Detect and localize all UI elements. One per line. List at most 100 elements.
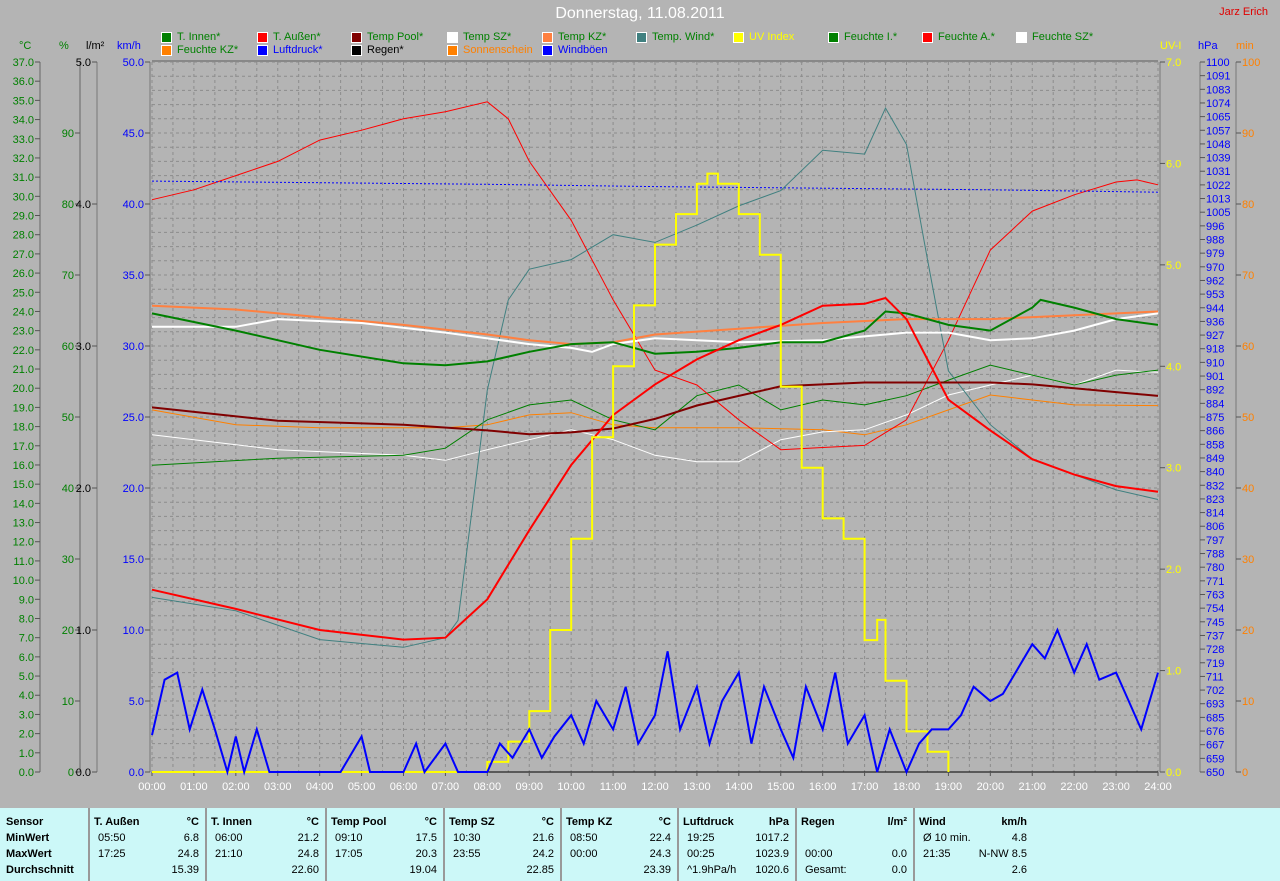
axis-tick-label: 40 bbox=[1242, 483, 1254, 495]
table-row: 15.39 bbox=[94, 863, 199, 878]
cell-value: 22.60 bbox=[291, 864, 319, 876]
x-tick-label: 14:00 bbox=[725, 781, 753, 793]
x-tick-label: 17:00 bbox=[851, 781, 879, 793]
table-row: 19.04 bbox=[331, 863, 437, 878]
cell-time: 00:00 bbox=[805, 848, 833, 860]
table-column: Temp SZ °C 10:30 21.6 23:55 24.2 22.85 bbox=[443, 808, 562, 881]
axis-tick-label: 892 bbox=[1206, 385, 1224, 397]
column-unit: °C bbox=[306, 816, 319, 828]
axis-tick-label: 0 bbox=[1242, 767, 1248, 779]
table-row: Gesamt: 0.0 bbox=[801, 863, 907, 878]
axis-tick-label: 60 bbox=[62, 341, 74, 353]
axis-tick-label: 806 bbox=[1206, 521, 1224, 533]
axis-tick-label: 35.0 bbox=[13, 95, 34, 107]
axis-tick-label: 23.0 bbox=[13, 326, 34, 338]
cell-value: 21.6 bbox=[532, 832, 554, 844]
x-tick-label: 06:00 bbox=[390, 781, 418, 793]
axis-tick-label: 1074 bbox=[1206, 98, 1230, 110]
axis-tick-label: 693 bbox=[1206, 699, 1224, 711]
axis-tick-label: 100 bbox=[1242, 57, 1260, 69]
axis-tick-label: 14.0 bbox=[13, 498, 34, 510]
axis-tick-label: 875 bbox=[1206, 412, 1224, 424]
axis-tick-label: 2.0 bbox=[19, 729, 34, 741]
table-header: T. Außen °C bbox=[94, 815, 199, 830]
axis-tick-label: 3.0 bbox=[76, 341, 91, 353]
axis-tick-label: 4.0 bbox=[19, 690, 34, 702]
axis-tick-label: 50 bbox=[1242, 412, 1254, 424]
cell-time: 23:55 bbox=[453, 848, 481, 860]
x-tick-label: 00:00 bbox=[138, 781, 166, 793]
column-unit: °C bbox=[658, 816, 671, 828]
x-tick-label: 23:00 bbox=[1102, 781, 1130, 793]
table-row: 00:00 24.3 bbox=[566, 847, 671, 862]
axis-tick-label: 24.0 bbox=[13, 306, 34, 318]
axis-tick-label: 20 bbox=[62, 625, 74, 637]
axis-tick-label: 1039 bbox=[1206, 153, 1230, 165]
column-unit: hPa bbox=[768, 816, 789, 828]
cell-value: 20.3 bbox=[415, 848, 437, 860]
table-row: 2.6 bbox=[919, 863, 1027, 878]
axis-tick-label: 988 bbox=[1206, 235, 1224, 247]
axis-tick-label: 1022 bbox=[1206, 180, 1230, 192]
axis-tick-label: 866 bbox=[1206, 426, 1224, 438]
table-header: Luftdruck hPa bbox=[683, 815, 789, 830]
axis-tick-label: 6.0 bbox=[19, 652, 34, 664]
x-tick-label: 09:00 bbox=[515, 781, 543, 793]
axis-tick-label: 711 bbox=[1206, 671, 1224, 683]
x-tick-label: 19:00 bbox=[935, 781, 963, 793]
table-header: Regen l/m² bbox=[801, 815, 907, 830]
axis-tick-label: 10 bbox=[1242, 696, 1254, 708]
column-title: Sensor bbox=[6, 816, 44, 828]
axis-tick-label: 70 bbox=[62, 270, 74, 282]
cell-time: 05:50 bbox=[98, 832, 126, 844]
axis-tick-label: 21.0 bbox=[13, 364, 34, 376]
axis-tick-label: 11.0 bbox=[13, 556, 34, 568]
cell-time: 06:00 bbox=[215, 832, 243, 844]
axis-tick-label: 659 bbox=[1206, 753, 1224, 765]
cell-time: 00:00 bbox=[570, 848, 598, 860]
axis-tick-label: 797 bbox=[1206, 535, 1224, 547]
cell-time: 10:30 bbox=[453, 832, 481, 844]
axis-tick-label: 0.0 bbox=[19, 767, 34, 779]
axis-tick-label: 17.0 bbox=[13, 441, 34, 453]
axis-tick-label: 9.0 bbox=[19, 594, 34, 606]
axis-tick-label: 90 bbox=[62, 128, 74, 140]
table-column: Wind km/h Ø 10 min. 4.8 21:35 N-NW 8.5 2.6 bbox=[913, 808, 1033, 881]
column-title: Wind bbox=[919, 816, 946, 828]
cell-value: 24.3 bbox=[649, 848, 671, 860]
cell-time: 17:05 bbox=[335, 848, 363, 860]
axis-tick-label: 754 bbox=[1206, 603, 1224, 615]
x-tick-label: 16:00 bbox=[809, 781, 837, 793]
table-row: 21:35 N-NW 8.5 bbox=[919, 847, 1027, 862]
axis-tick-label: 13.0 bbox=[13, 518, 34, 530]
axis-tick-label: 1083 bbox=[1206, 84, 1230, 96]
cell-time: 08:50 bbox=[570, 832, 598, 844]
table-column: Temp KZ °C 08:50 22.4 00:00 24.3 23.39 bbox=[560, 808, 679, 881]
axis-tick-label: 35.0 bbox=[123, 270, 144, 282]
cell-value: 4.8 bbox=[1011, 832, 1027, 844]
axis-tick-label: 788 bbox=[1206, 549, 1224, 561]
table-row: 05:50 6.8 bbox=[94, 831, 199, 846]
axis-tick-label: 667 bbox=[1206, 740, 1224, 752]
cell-value: N-NW 8.5 bbox=[978, 848, 1027, 860]
table-row bbox=[801, 831, 907, 846]
table-row: Durchschnitt bbox=[6, 863, 82, 878]
cell-value: 19.04 bbox=[409, 864, 437, 876]
cell-value: 0.0 bbox=[891, 864, 907, 876]
axis-tick-label: 32.0 bbox=[13, 153, 34, 165]
x-tick-label: 03:00 bbox=[264, 781, 292, 793]
axis-tick-label: 780 bbox=[1206, 562, 1224, 574]
column-title: Luftdruck bbox=[683, 816, 734, 828]
axis-tick-label: 18.0 bbox=[13, 422, 34, 434]
x-tick-label: 15:00 bbox=[767, 781, 795, 793]
axis-tick-label: 30.0 bbox=[13, 191, 34, 203]
column-unit: °C bbox=[541, 816, 554, 828]
x-tick-label: 22:00 bbox=[1060, 781, 1088, 793]
axis-tick-label: 16.0 bbox=[13, 460, 34, 472]
table-row: 08:50 22.4 bbox=[566, 831, 671, 846]
axis-tick-label: 5.0 bbox=[1166, 260, 1181, 272]
chart-canvas: 0.0 1.0 2.0 3.0 4.0 5.0 6.0 7.0 8.0 9.0 10.0 11.0 12… bbox=[13, 57, 1261, 793]
axis-tick-label: 20.0 bbox=[13, 383, 34, 395]
table-row: 17:25 24.8 bbox=[94, 847, 199, 862]
axis-tick-label: 2.0 bbox=[1166, 564, 1181, 576]
